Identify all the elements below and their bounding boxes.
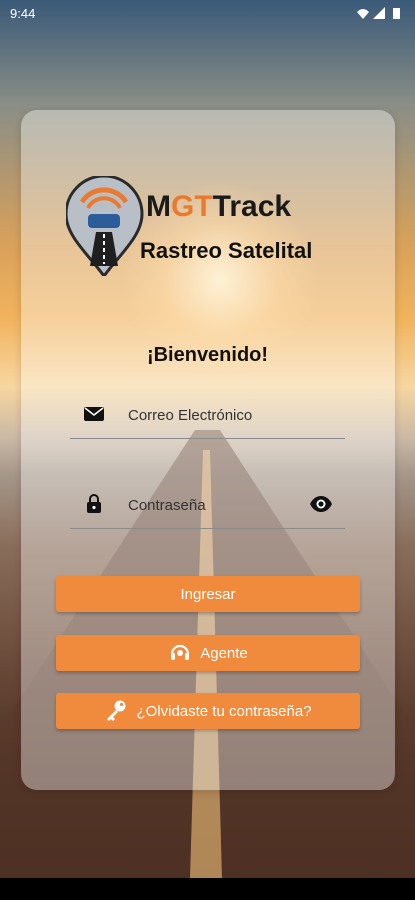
battery-icon: [393, 8, 400, 19]
brand-prefix: M: [146, 190, 171, 223]
signal-icon: [373, 7, 385, 19]
wifi-icon: [357, 9, 369, 19]
headset-icon: [171, 644, 190, 660]
status-bar: 9:44: [0, 0, 415, 26]
agent-button-label: Agente: [200, 644, 248, 662]
password-input[interactable]: [126, 490, 310, 520]
system-nav-bar: [0, 878, 415, 900]
brand-suffix: Track: [212, 190, 292, 223]
status-icons: [355, 6, 405, 23]
forgot-password-button[interactable]: ¿Olvidaste tu contraseña?: [56, 693, 360, 729]
mail-icon: [84, 407, 104, 421]
login-button[interactable]: Ingresar: [56, 576, 360, 612]
email-input[interactable]: [126, 400, 310, 430]
key-icon: [107, 700, 126, 721]
forgot-password-label: ¿Olvidaste tu contraseña?: [136, 702, 312, 720]
brand-g: GT: [171, 190, 213, 223]
eye-icon[interactable]: [309, 492, 333, 516]
location-pin-icon: [66, 176, 144, 276]
status-time: 9:44: [10, 6, 36, 21]
brand-tagline: Rastreo Satelital: [140, 238, 313, 263]
password-field[interactable]: [70, 480, 345, 529]
agent-button[interactable]: Agente: [56, 635, 360, 671]
lock-icon: [87, 494, 101, 513]
email-field[interactable]: [70, 390, 345, 439]
welcome-heading: ¡Bienvenido!: [146, 344, 269, 366]
brand-name: MGTTrack: [146, 190, 291, 224]
login-button-label: Ingresar: [180, 585, 236, 603]
